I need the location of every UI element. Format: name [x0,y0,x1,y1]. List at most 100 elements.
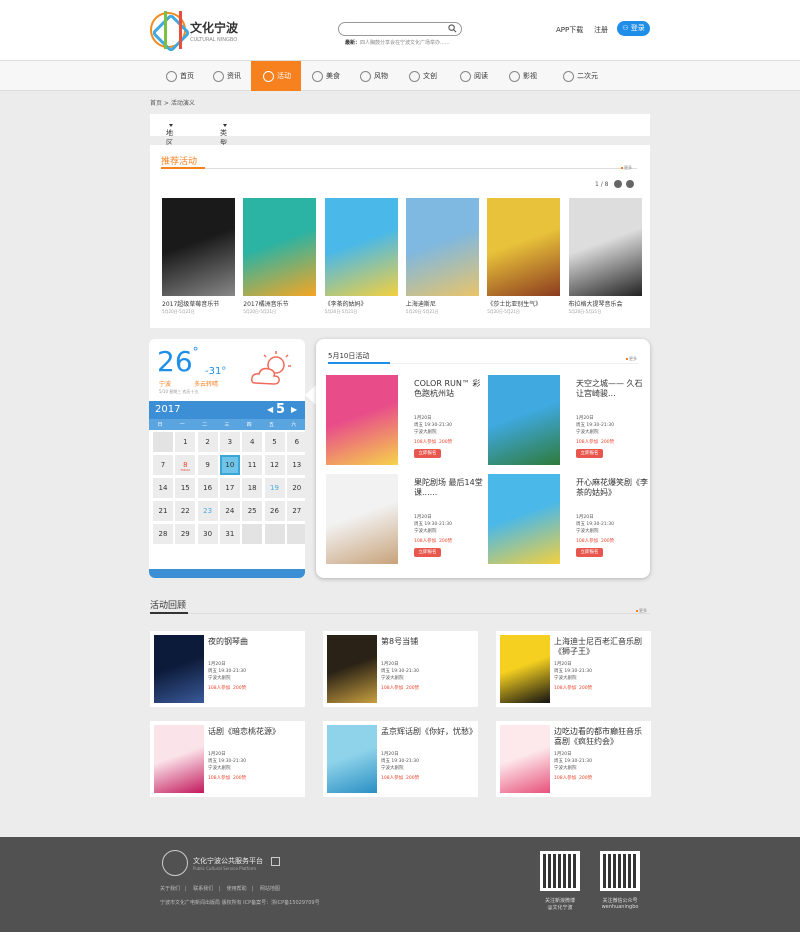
region-filter[interactable]: 地区 [166,121,173,147]
calendar-day[interactable]: 21 [153,501,173,521]
recommend-name[interactable]: 2017橘洲音乐节 [243,299,288,308]
calendar-day[interactable]: 17 [219,478,240,498]
register-button[interactable]: 立即报名 [414,548,441,557]
review-poster[interactable] [154,725,204,793]
nav-item-scenery[interactable]: 风物 [352,61,398,91]
review-card[interactable]: 夜的钢琴曲 1月20日 周五 19:30-21:30 宁波大剧院 108人参加 200赞 [150,631,305,707]
calendar-day[interactable]: 12 [264,455,285,475]
calendar-day[interactable]: 13 [286,455,305,475]
register-button[interactable]: 立即报名 [414,449,441,458]
nav-item-home[interactable]: 首页 [158,61,202,91]
review-card[interactable]: 第8号当铺 1月20日 周五 19:30-21:30 宁波大剧院 108人参加 200赞 [323,631,478,707]
login-button[interactable]: ⚇ 登录 [617,21,650,36]
review-name[interactable]: 上海迪士尼百老汇音乐剧《狮子王》 [554,637,646,657]
calendar-day[interactable]: 11 [242,455,263,475]
calendar-day[interactable]: 24 [219,501,240,521]
recommend-poster[interactable] [324,198,398,296]
calendar-day[interactable]: 10 [219,455,240,475]
day-event-poster[interactable] [488,474,560,564]
calendar-day[interactable]: 29 [175,524,196,544]
calendar-day[interactable]: 14 [153,478,173,498]
nav-item-creative[interactable]: 文创 [401,61,447,91]
calendar-day[interactable]: 4 [242,432,263,452]
footer-link-about[interactable]: 关于我们 [160,886,180,892]
day-event-card[interactable]: 天空之城—— 久石让宫崎骏... 1月20日 周五 19:30-21:30 宁波大剧院… [488,375,648,467]
calendar-day[interactable]: 1 [175,432,196,452]
review-poster[interactable] [327,725,377,793]
day-event-name[interactable]: 开心麻花爆笑剧《李茶的姑妈》 [576,478,648,498]
review-poster[interactable] [500,635,550,703]
review-name[interactable]: 夜的钢琴曲 [208,637,300,647]
day-event-card[interactable]: 果陀剧场 最后14堂课...... 1月20日 周五 19:30-21:30 宁波大剧… [326,474,486,566]
footer-link-contact[interactable]: 联系我们 [193,886,213,892]
review-name[interactable]: 第8号当铺 [381,637,473,647]
prev-month-icon[interactable]: ◀ [267,405,273,414]
recommend-poster[interactable] [162,198,235,296]
day-event-name[interactable]: COLOR RUN™ 彩色跑杭州站 [414,379,486,399]
app-download-link[interactable]: APP下载 [556,25,583,35]
calendar-day[interactable]: 18 [242,478,263,498]
recommend-name[interactable]: 《莎士比亚别生气》 [487,299,541,308]
day-event-poster[interactable] [488,375,560,465]
calendar-day[interactable]: 31 [219,524,240,544]
calendar-day[interactable]: 25 [242,501,263,521]
calendar-day[interactable]: 9 [197,455,218,475]
review-card[interactable]: 上海迪士尼百老汇音乐剧《狮子王》 1月20日 周五 19:30-21:30 宁波大剧院… [496,631,651,707]
search-input[interactable] [338,22,462,36]
register-link[interactable]: 注册 [594,25,608,35]
review-name[interactable]: 边吃边看的都市癫狂音乐喜剧《疯狂约会》 [554,727,646,747]
recommend-poster[interactable] [405,198,479,296]
day-events-more-link[interactable]: 更多 [626,356,637,362]
recommend-name[interactable]: 上海迪斯尼 [406,299,436,308]
latest-text[interactable]: 四人胸鼓分享会在宁波文化广场举办...... [360,40,450,46]
calendar-day[interactable]: 16 [197,478,218,498]
prev-arrow-icon[interactable] [614,180,622,188]
calendar-day[interactable]: 19 [264,478,285,498]
recommend-name[interactable]: 布拉格大提琴音乐会 [569,299,623,308]
calendar-day[interactable]: 20 [286,478,305,498]
calendar-day[interactable]: 3 [219,432,240,452]
review-name[interactable]: 孟京辉话剧《你好，忧愁》 [381,727,477,737]
breadcrumb[interactable]: 首页 > 活动演义 [150,98,195,107]
review-poster[interactable] [327,635,377,703]
calendar-day[interactable]: 15 [175,478,196,498]
calendar-day[interactable]: 30 [197,524,218,544]
recommend-poster[interactable] [568,198,642,296]
nav-item-activity[interactable]: 活动 [251,61,301,91]
day-event-name[interactable]: 果陀剧场 最后14堂课...... [414,478,486,498]
register-button[interactable]: 立即报名 [576,548,603,557]
type-filter[interactable]: 类型 [220,121,227,147]
recommend-more-link[interactable]: 更多 [621,165,632,171]
review-more-link[interactable]: 更多 [636,608,647,614]
review-name[interactable]: 话剧《暗恋桃花源》 [208,727,300,737]
review-card[interactable]: 边吃边看的都市癫狂音乐喜剧《疯狂约会》 1月20日 周五 19:30-21:30 宁波… [496,721,651,797]
day-event-poster[interactable] [326,474,398,564]
day-event-card[interactable]: 开心麻花爆笑剧《李茶的姑妈》 1月20日 周五 19:30-21:30 宁波大剧院 10… [488,474,648,566]
day-event-poster[interactable] [326,375,398,465]
recommend-name[interactable]: 《李茶的姑妈》 [325,299,367,308]
calendar-day[interactable]: 6 [286,432,305,452]
day-event-card[interactable]: COLOR RUN™ 彩色跑杭州站 1月20日 周五 19:30-21:30 宁波大剧… [326,375,486,467]
calendar-day[interactable]: 7 [153,455,173,475]
site-logo[interactable]: 文化宁波 CULTURAL NINGBO [150,11,250,50]
calendar-day[interactable]: 8 TODAY [175,455,196,475]
nav-item-reading[interactable]: 阅读 [452,61,498,91]
calendar-day[interactable]: 28 [153,524,173,544]
nav-item-film[interactable]: 影视 [501,61,547,91]
calendar-day[interactable]: 27 [286,501,305,521]
register-button[interactable]: 立即报名 [576,449,603,458]
calendar-day[interactable]: 5 [264,432,285,452]
next-month-icon[interactable]: ▶ [291,405,297,414]
latest-news[interactable]: 最新：四人胸鼓分享会在宁波文化广场举办...... [345,39,450,46]
nav-item-news[interactable]: 资讯 [205,61,249,91]
calendar-day[interactable]: 2 [197,432,218,452]
nav-item-anime[interactable]: 二次元 [555,61,611,91]
recommend-poster[interactable] [487,198,561,296]
calendar-day[interactable]: 22 [175,501,196,521]
nav-item-food[interactable]: 美食 [304,61,350,91]
review-poster[interactable] [500,725,550,793]
next-arrow-icon[interactable] [626,180,634,188]
recommend-name[interactable]: 2017超级草莓音乐节 [162,299,219,308]
review-card[interactable]: 话剧《暗恋桃花源》 1月20日 周五 19:30-21:30 宁波大剧院 108人参加 2… [150,721,305,797]
review-poster[interactable] [154,635,204,703]
